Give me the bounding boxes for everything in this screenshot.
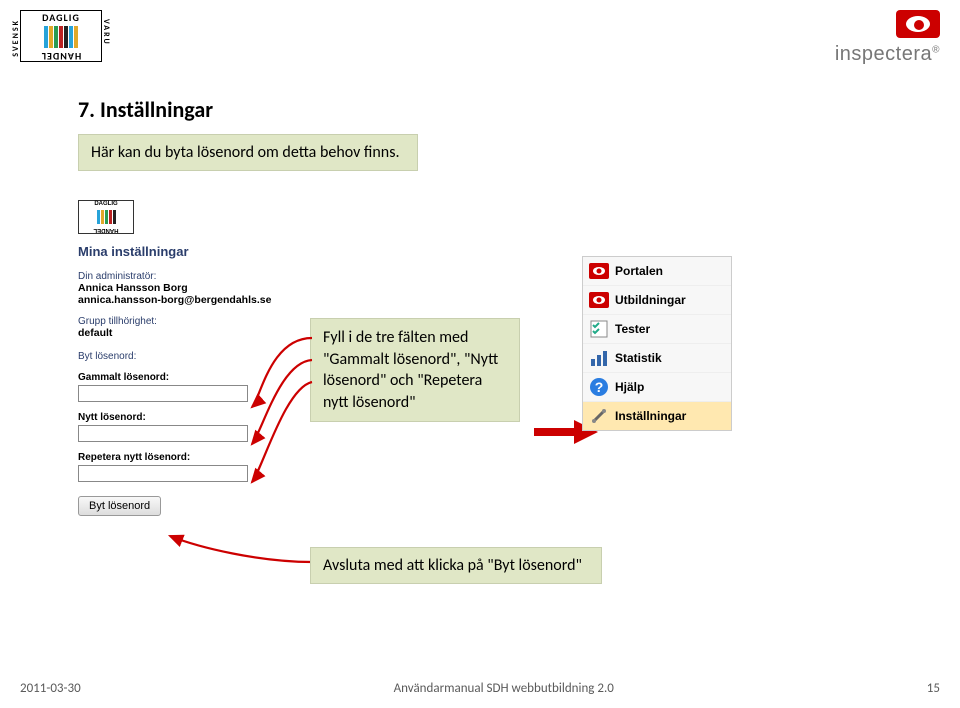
group-label: Grupp tillhörighet: bbox=[78, 316, 308, 327]
menu-item-statistik[interactable]: Statistik bbox=[583, 344, 731, 373]
footer: 2011-03-30 Användarmanual SDH webbutbild… bbox=[20, 681, 940, 696]
footer-date: 2011-03-30 bbox=[20, 681, 81, 696]
svg-text:?: ? bbox=[595, 379, 604, 395]
eye-icon bbox=[589, 290, 609, 310]
menu-item-tester[interactable]: Tester bbox=[583, 315, 731, 344]
menu-item-installningar[interactable]: Inställningar bbox=[583, 402, 731, 430]
sdh-logo-top: DAGLIG bbox=[21, 11, 101, 24]
menu-label: Hjälp bbox=[615, 380, 644, 394]
menu-label: Portalen bbox=[615, 264, 663, 278]
menu-item-portalen[interactable]: Portalen bbox=[583, 257, 731, 286]
menu-item-utbildningar[interactable]: Utbildningar bbox=[583, 286, 731, 315]
old-pw-label: Gammalt lösenord: bbox=[78, 372, 308, 383]
panel-heading: Mina inställningar bbox=[78, 244, 308, 259]
group-value: default bbox=[78, 327, 308, 339]
eye-icon bbox=[896, 10, 940, 38]
callout-fields: Fyll i de tre fälten med "Gammalt löseno… bbox=[310, 318, 520, 422]
question-icon: ? bbox=[589, 377, 609, 397]
admin-email: annica.hansson-borg@bergendahls.se bbox=[78, 294, 308, 306]
mini-sdh-logo: DAGLIG HANDEL bbox=[78, 200, 134, 234]
menu-item-hjalp[interactable]: ? Hjälp bbox=[583, 373, 731, 402]
sdh-logo: SVENSK VARU DAGLIG HANDEL bbox=[20, 10, 102, 62]
menu-label: Utbildningar bbox=[615, 293, 686, 307]
footer-page-num: 15 bbox=[927, 681, 940, 696]
admin-label: Din administratör: bbox=[78, 271, 308, 282]
checklist-icon bbox=[589, 319, 609, 339]
menu-label: Inställningar bbox=[615, 409, 686, 423]
footer-doc-title: Användarmanual SDH webbutbildning 2.0 bbox=[394, 681, 614, 696]
sdh-logo-bottom: HANDEL bbox=[21, 50, 101, 63]
repeat-pw-label: Repetera nytt lösenord: bbox=[78, 452, 308, 463]
callout-finish: Avsluta med att klicka på "Byt lösenord" bbox=[310, 547, 602, 584]
menu-label: Statistik bbox=[615, 351, 662, 365]
inspectera-text: inspectera® bbox=[835, 43, 940, 65]
old-password-field[interactable] bbox=[78, 385, 248, 402]
bar-chart-icon bbox=[589, 348, 609, 368]
right-menu: Portalen Utbildningar Tester Statistik ?… bbox=[582, 256, 732, 431]
new-password-field[interactable] bbox=[78, 425, 248, 442]
inspectera-logo: inspectera® bbox=[835, 10, 940, 66]
header-logos: SVENSK VARU DAGLIG HANDEL inspectera® bbox=[20, 10, 940, 70]
eye-icon bbox=[589, 261, 609, 281]
callout-intro: Här kan du byta lösenord om detta behov … bbox=[78, 134, 418, 171]
tools-icon bbox=[589, 406, 609, 426]
sdh-side-left: SVENSK bbox=[11, 19, 21, 57]
settings-panel: DAGLIG HANDEL Mina inställningar Din adm… bbox=[78, 200, 308, 516]
new-pw-label: Nytt lösenord: bbox=[78, 412, 308, 423]
barcode-icon bbox=[21, 24, 101, 50]
admin-name: Annica Hansson Borg bbox=[78, 282, 308, 294]
barcode-icon bbox=[79, 207, 133, 227]
change-pw-label: Byt lösenord: bbox=[78, 351, 308, 362]
page-title: 7. Inställningar bbox=[78, 96, 213, 123]
change-password-button[interactable]: Byt lösenord bbox=[78, 496, 161, 516]
sdh-side-right: VARU bbox=[101, 19, 111, 46]
repeat-password-field[interactable] bbox=[78, 465, 248, 482]
menu-label: Tester bbox=[615, 322, 650, 336]
